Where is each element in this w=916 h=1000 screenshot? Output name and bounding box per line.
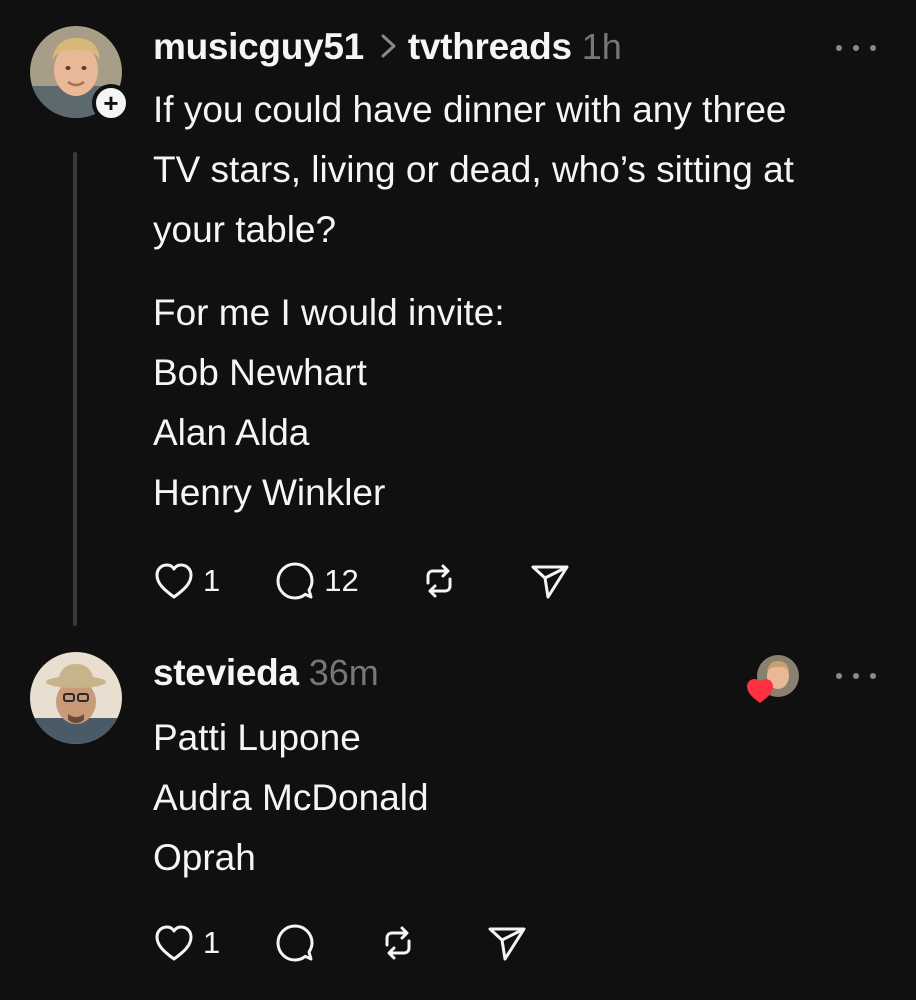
chevron-right-icon bbox=[380, 29, 398, 68]
body-line: Alan Alda bbox=[153, 412, 310, 453]
username[interactable]: musicguy51 bbox=[153, 26, 364, 68]
heart-filled-icon bbox=[745, 676, 775, 706]
body-line: Henry Winkler bbox=[153, 472, 386, 513]
like-count: 1 bbox=[203, 925, 221, 960]
send-icon bbox=[529, 561, 571, 601]
send-icon bbox=[486, 923, 528, 963]
body-line: Bob Newhart bbox=[153, 352, 367, 393]
community-name[interactable]: tvthreads bbox=[408, 26, 572, 68]
body-line: Patti Lupone bbox=[153, 717, 361, 758]
heart-icon bbox=[153, 923, 195, 963]
follow-plus-icon[interactable]: + bbox=[92, 84, 130, 122]
post-actions: 1 bbox=[153, 922, 528, 964]
more-icon[interactable] bbox=[836, 38, 876, 58]
post-body: Patti Lupone Audra McDonald Oprah bbox=[153, 708, 893, 888]
body-line: For me I would invite: bbox=[153, 292, 505, 333]
repost-button[interactable] bbox=[419, 561, 459, 601]
share-button[interactable] bbox=[486, 923, 528, 963]
post-header: stevieda 36m bbox=[153, 652, 379, 694]
body-line: your table? bbox=[153, 209, 337, 250]
repost-button[interactable] bbox=[378, 923, 418, 963]
avatar[interactable] bbox=[30, 652, 122, 744]
reply-button[interactable]: 12 bbox=[274, 560, 359, 602]
body-line: Audra McDonald bbox=[153, 777, 429, 818]
repost-icon bbox=[378, 923, 418, 963]
reply-count: 12 bbox=[324, 563, 359, 598]
like-count: 1 bbox=[203, 563, 221, 598]
body-line: TV stars, living or dead, who’s sitting … bbox=[153, 149, 794, 190]
body-line: Oprah bbox=[153, 837, 256, 878]
comment-icon bbox=[274, 922, 316, 964]
post-body: If you could have dinner with any three … bbox=[153, 80, 893, 260]
reply-button[interactable] bbox=[274, 922, 316, 964]
more-icon[interactable] bbox=[836, 666, 876, 686]
heart-icon bbox=[153, 561, 195, 601]
body-line: If you could have dinner with any three bbox=[153, 89, 787, 130]
like-button[interactable]: 1 bbox=[153, 923, 220, 963]
thread-line bbox=[73, 152, 77, 626]
post-actions: 1 12 bbox=[153, 560, 571, 602]
share-button[interactable] bbox=[529, 561, 571, 601]
repost-icon bbox=[419, 561, 459, 601]
comment-icon bbox=[274, 560, 316, 602]
post-header: musicguy51 tvthreads 1h bbox=[153, 26, 622, 68]
post-body-list: For me I would invite: Bob Newhart Alan … bbox=[153, 283, 893, 523]
username[interactable]: stevieda bbox=[153, 652, 299, 694]
post-time: 1h bbox=[581, 26, 622, 67]
post-time: 36m bbox=[308, 652, 379, 693]
like-button[interactable]: 1 bbox=[153, 561, 220, 601]
